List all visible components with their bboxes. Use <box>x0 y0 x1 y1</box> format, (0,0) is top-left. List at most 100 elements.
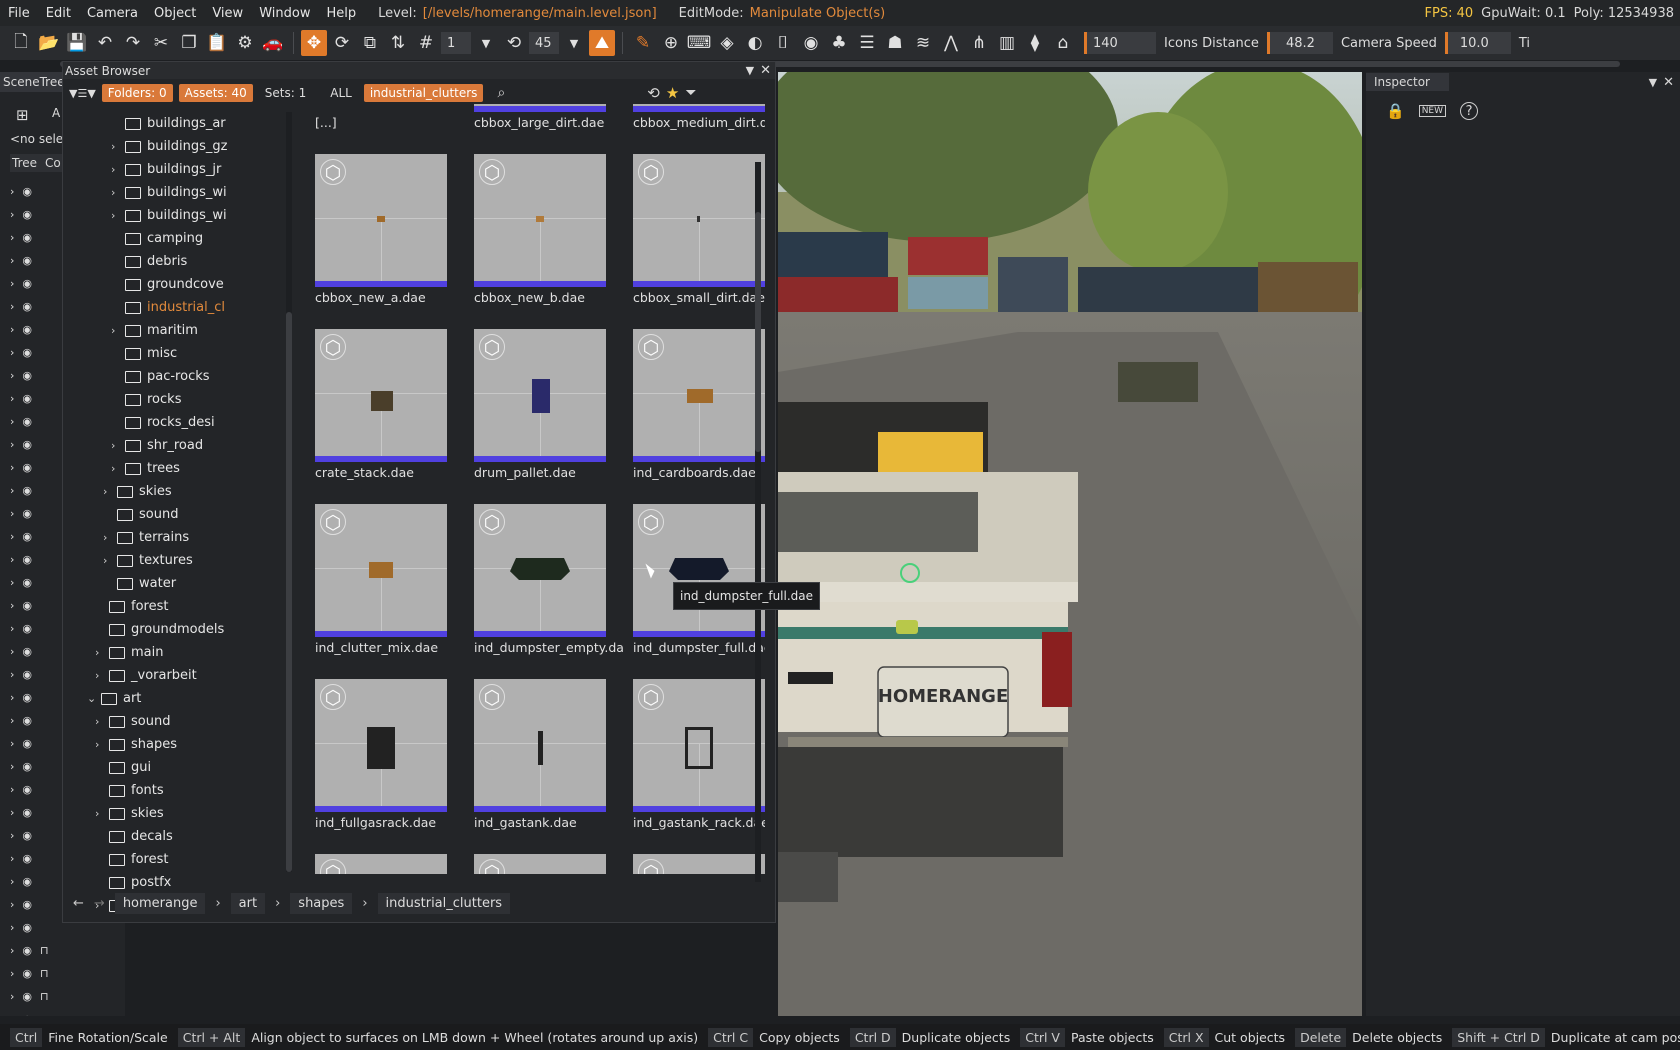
visibility-eye-icon[interactable]: ◉ <box>22 944 32 957</box>
back-arrow-icon[interactable]: ← <box>63 896 84 911</box>
chevron-right-icon[interactable]: › <box>10 392 14 405</box>
folder-tree-item[interactable]: camping <box>71 227 271 250</box>
scroll-thumb[interactable] <box>286 312 292 872</box>
scene-tree-row[interactable]: › ◉ ⊓ <box>10 985 125 1008</box>
visibility-eye-icon[interactable]: ◉ <box>22 461 32 474</box>
chevron-right-icon[interactable]: › <box>95 738 107 751</box>
grid-snap-icon[interactable]: # <box>413 30 439 56</box>
chevron-right-icon[interactable]: › <box>10 967 14 980</box>
folder-tree-item[interactable]: › skies <box>71 802 271 825</box>
visibility-eye-icon[interactable]: ◉ <box>22 553 32 566</box>
grid-scrollbar[interactable] <box>755 162 761 882</box>
visibility-eye-icon[interactable]: ◉ <box>22 346 32 359</box>
asset-tile[interactable]: cbbox_medium_dirt.dae <box>613 104 765 140</box>
fence-icon[interactable]: ⋔ <box>966 30 992 56</box>
tree-scrollbar[interactable] <box>286 112 292 872</box>
water-icon[interactable]: ◉ <box>798 30 824 56</box>
visibility-eye-icon[interactable]: ◉ <box>22 668 32 681</box>
menu-edit[interactable]: Edit <box>38 6 79 21</box>
folder-tree-item[interactable]: › buildings_wi <box>71 181 271 204</box>
decal-tool-icon[interactable]: ◈ <box>714 30 740 56</box>
visibility-eye-icon[interactable]: ◉ <box>22 875 32 888</box>
folder-tree-item[interactable]: › buildings_wi <box>71 204 271 227</box>
menu-file[interactable]: File <box>0 6 38 21</box>
sets-count[interactable]: Sets: 1 <box>259 84 312 102</box>
chevron-right-icon[interactable]: › <box>111 209 123 222</box>
chevron-right-icon[interactable]: › <box>95 715 107 728</box>
forward-arrow-icon[interactable]: → <box>94 896 105 911</box>
scene-tree-tab-2[interactable]: A <box>52 106 60 120</box>
search-icon[interactable]: ⌕ <box>497 85 505 101</box>
lock-icon[interactable]: ⊓ <box>40 967 49 980</box>
lock-icon[interactable]: 🔒 <box>1386 102 1405 120</box>
chevron-right-icon[interactable]: › <box>10 530 14 543</box>
visibility-eye-icon[interactable]: ◉ <box>22 783 32 796</box>
traffic-light-icon[interactable]: ▥ <box>994 30 1020 56</box>
terrain-snap-icon[interactable]: ⛰ <box>589 30 615 56</box>
chevron-right-icon[interactable]: › <box>10 783 14 796</box>
chevron-right-icon[interactable]: › <box>10 852 14 865</box>
chevron-right-icon[interactable]: › <box>10 829 14 842</box>
visibility-eye-icon[interactable]: ◉ <box>22 254 32 267</box>
breadcrumb-art[interactable]: art <box>230 892 266 914</box>
camera-speed-field[interactable]: 10.0 <box>1444 32 1511 54</box>
folder-tree-item[interactable]: › shr_road <box>71 434 271 457</box>
visibility-eye-icon[interactable]: ◉ <box>22 484 32 497</box>
visibility-eye-icon[interactable]: ◉ <box>22 898 32 911</box>
chevron-right-icon[interactable]: › <box>10 185 14 198</box>
asset-tile[interactable]: ⬡ ind_gastank.dae <box>454 670 606 840</box>
new-file-icon[interactable]: 🗋 <box>8 30 34 56</box>
lock-icon[interactable]: ⊓ <box>40 944 49 957</box>
chevron-right-icon[interactable]: › <box>10 415 14 428</box>
undo-icon[interactable]: ↶ <box>92 30 118 56</box>
visibility-eye-icon[interactable]: ◉ <box>22 990 32 1003</box>
folder-tree-item[interactable]: › maritim <box>71 319 271 342</box>
navgraph-icon[interactable]: ⧫ <box>1022 30 1048 56</box>
visibility-eye-icon[interactable]: ◉ <box>22 622 32 635</box>
folder-tree-item[interactable]: water <box>71 572 271 595</box>
angle-snap-field[interactable]: 45 <box>529 32 559 54</box>
folder-tree-item[interactable]: buildings_ar <box>71 112 271 135</box>
chevron-right-icon[interactable]: › <box>10 323 14 336</box>
inspector-tab[interactable]: Inspector <box>1366 73 1449 91</box>
folder-tree-item[interactable]: forest <box>71 595 271 618</box>
cut-icon[interactable]: ✂ <box>148 30 174 56</box>
visibility-eye-icon[interactable]: ◉ <box>22 691 32 704</box>
brush-icon[interactable]: ⌷ <box>770 30 796 56</box>
visibility-eye-icon[interactable]: ◉ <box>22 277 32 290</box>
fov-field[interactable]: 48.2 <box>1266 32 1333 54</box>
chevron-right-icon[interactable]: › <box>111 324 123 337</box>
icons-distance-field[interactable]: 140 <box>1084 32 1156 54</box>
scene-tree-row[interactable]: › ◉ ⊓ <box>10 939 125 962</box>
3d-viewport[interactable]: HOMERANGE <box>778 72 1362 1016</box>
visibility-eye-icon[interactable]: ◉ <box>22 645 32 658</box>
asset-tile[interactable]: ⬡ cbbox_new_b.dae <box>454 145 606 315</box>
forest-icon[interactable]: ♣ <box>826 30 852 56</box>
lock-icon[interactable]: ⊓ <box>40 990 49 1003</box>
folder-tree-item[interactable]: decals <box>71 825 271 848</box>
visibility-eye-icon[interactable]: ◉ <box>22 714 32 727</box>
add-object-icon[interactable]: ⊕ <box>658 30 684 56</box>
chevron-right-icon[interactable]: › <box>10 208 14 221</box>
chevron-right-icon[interactable]: › <box>111 439 123 452</box>
chevron-right-icon[interactable]: › <box>10 576 14 589</box>
visibility-eye-icon[interactable]: ◉ <box>22 967 32 980</box>
visibility-eye-icon[interactable]: ◉ <box>22 806 32 819</box>
chevron-right-icon[interactable]: › <box>10 622 14 635</box>
visibility-eye-icon[interactable]: ◉ <box>22 300 32 313</box>
chevron-right-icon[interactable]: › <box>10 898 14 911</box>
copy-icon[interactable]: ❐ <box>176 30 202 56</box>
grid-snap-field[interactable]: 1 <box>441 32 471 54</box>
asset-tile[interactable]: ⬡ ind_dumpster_full.dae <box>613 495 765 665</box>
folder-tree-item[interactable]: rocks_desi <box>71 411 271 434</box>
move-tool-icon[interactable]: ✥ <box>301 30 327 56</box>
filter-tag[interactable]: industrial_clutters <box>363 84 484 102</box>
visibility-eye-icon[interactable]: ◉ <box>22 576 32 589</box>
asset-tile[interactable]: cbbox_large_dirt.dae <box>454 104 606 140</box>
chevron-right-icon[interactable]: › <box>10 691 14 704</box>
asset-tile[interactable]: ⬡ ind_cardboards.dae <box>613 320 765 490</box>
chevron-right-icon[interactable]: › <box>10 438 14 451</box>
chevron-right-icon[interactable]: › <box>10 668 14 681</box>
terrain-paint-icon[interactable]: ◐ <box>742 30 768 56</box>
breadcrumb-homerange[interactable]: homerange <box>114 892 206 914</box>
